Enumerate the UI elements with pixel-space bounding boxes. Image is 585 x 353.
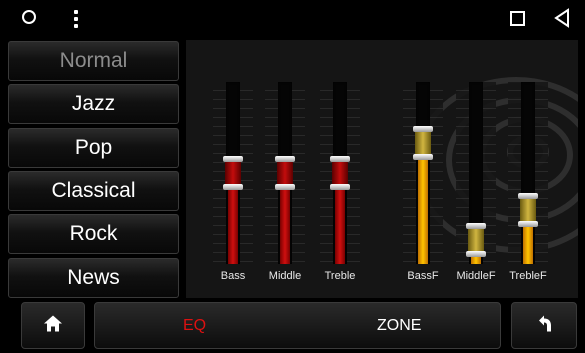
- slider-knob[interactable]: [413, 126, 433, 161]
- home-button[interactable]: [21, 302, 85, 349]
- tab-zone[interactable]: ZONE: [377, 317, 421, 335]
- preset-jazz-button[interactable]: Jazz: [8, 84, 179, 124]
- status-bar: [0, 0, 585, 38]
- slider-label: TrebleF: [509, 270, 547, 282]
- circle-icon[interactable]: [22, 10, 36, 24]
- return-arrow-icon: [535, 314, 553, 337]
- preset-list: Normal Jazz Pop Classical Rock News: [8, 41, 180, 299]
- slider-treble[interactable]: [330, 82, 350, 264]
- preset-classical-button[interactable]: Classical: [8, 171, 179, 211]
- slider-middlef[interactable]: [466, 82, 486, 264]
- slider-treblef[interactable]: [518, 82, 538, 264]
- preset-news-button[interactable]: News: [8, 258, 179, 298]
- slider-label: BassF: [407, 270, 439, 282]
- equalizer-panel: Bass Middle Treble BassF MiddleF TrebleF: [186, 40, 578, 298]
- tab-eq[interactable]: EQ: [183, 317, 206, 335]
- mode-tabs: EQ ZONE: [94, 302, 501, 349]
- slider-bassf[interactable]: [413, 82, 433, 264]
- home-icon: [43, 314, 63, 337]
- slider-knob[interactable]: [466, 222, 486, 257]
- slider-knob[interactable]: [518, 193, 538, 227]
- slider-label: Bass: [220, 270, 246, 282]
- slider-bass[interactable]: [223, 82, 243, 264]
- preset-pop-button[interactable]: Pop: [8, 128, 179, 168]
- slider-fill: [418, 143, 428, 264]
- slider-label: MiddleF: [456, 270, 496, 282]
- preset-normal-button[interactable]: Normal: [8, 41, 179, 81]
- slider-label: Treble: [324, 270, 356, 282]
- slider-knob[interactable]: [223, 156, 243, 190]
- back-button[interactable]: [511, 302, 577, 349]
- slider-knob[interactable]: [275, 156, 295, 190]
- slider-knob[interactable]: [330, 156, 350, 190]
- back-triangle-icon[interactable]: [553, 8, 571, 28]
- slider-label: Middle: [268, 270, 302, 282]
- preset-rock-button[interactable]: Rock: [8, 214, 179, 254]
- more-vertical-icon[interactable]: [74, 10, 78, 28]
- square-icon[interactable]: [510, 11, 525, 26]
- slider-middle[interactable]: [275, 82, 295, 264]
